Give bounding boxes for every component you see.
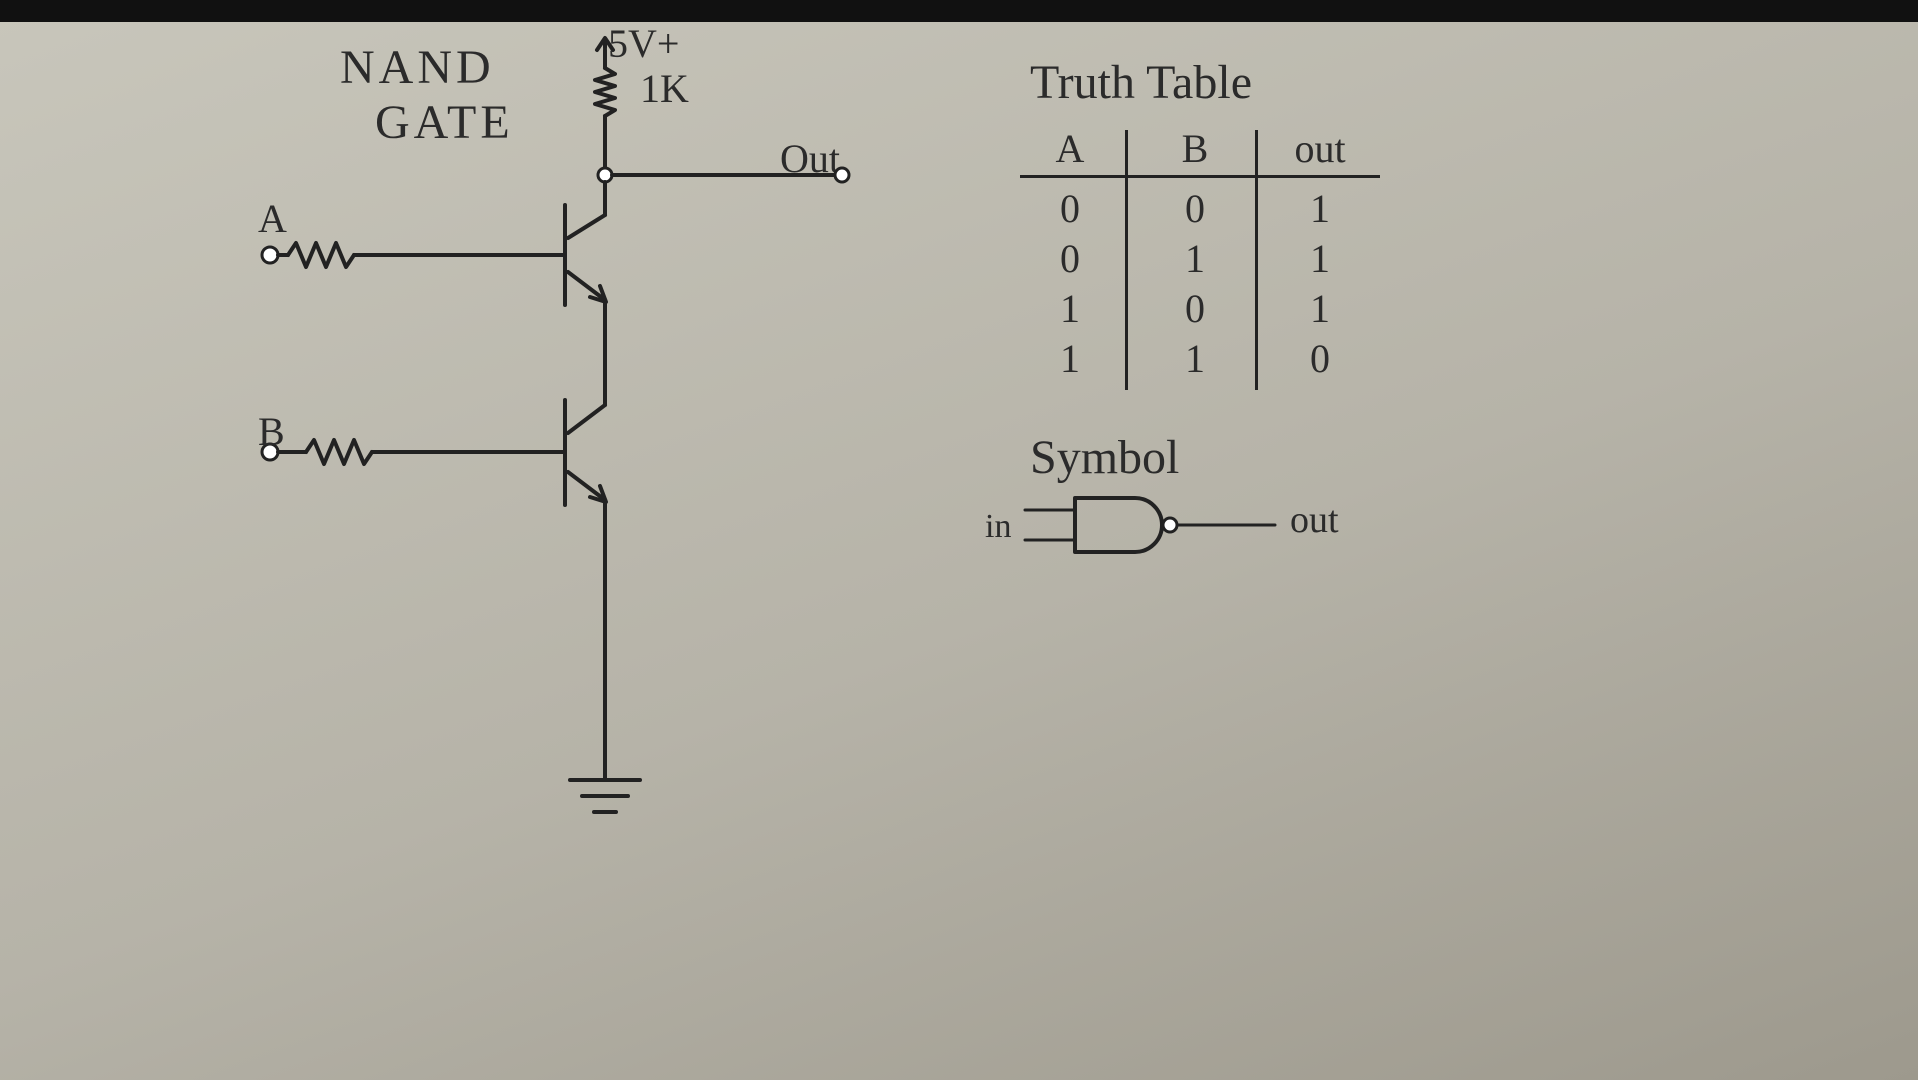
tt-o-r1: 1 (1280, 185, 1360, 232)
tt-col-out: out (1280, 125, 1360, 172)
tt-b-r1: 0 (1155, 185, 1235, 232)
symbol-heading: Symbol (1030, 430, 1179, 485)
tt-vline-2 (1255, 130, 1258, 390)
input-a-label: A (258, 195, 287, 242)
tt-o-r2: 1 (1280, 235, 1360, 282)
tt-a-r4: 1 (1030, 335, 1110, 382)
input-b-label: B (258, 408, 285, 455)
symbol-in-label: in (985, 508, 1011, 546)
tt-col-a: A (1030, 125, 1110, 172)
tt-col-b: B (1155, 125, 1235, 172)
photo-top-dark-edge (0, 0, 1918, 22)
tt-b-r2: 1 (1155, 235, 1235, 282)
tt-vline-1 (1125, 130, 1128, 390)
symbol-out-label: out (1290, 498, 1339, 542)
tt-a-r3: 1 (1030, 285, 1110, 332)
nand-schematic (150, 20, 930, 1020)
tt-b-r4: 1 (1155, 335, 1235, 382)
truth-table-heading: Truth Table (1030, 55, 1252, 110)
tt-a-r1: 0 (1030, 185, 1110, 232)
tt-o-r4: 0 (1280, 335, 1360, 382)
nand-symbol-icon (1020, 480, 1290, 570)
tt-hline (1020, 175, 1380, 178)
tt-o-r3: 1 (1280, 285, 1360, 332)
tt-b-r3: 0 (1155, 285, 1235, 332)
tt-a-r2: 0 (1030, 235, 1110, 282)
